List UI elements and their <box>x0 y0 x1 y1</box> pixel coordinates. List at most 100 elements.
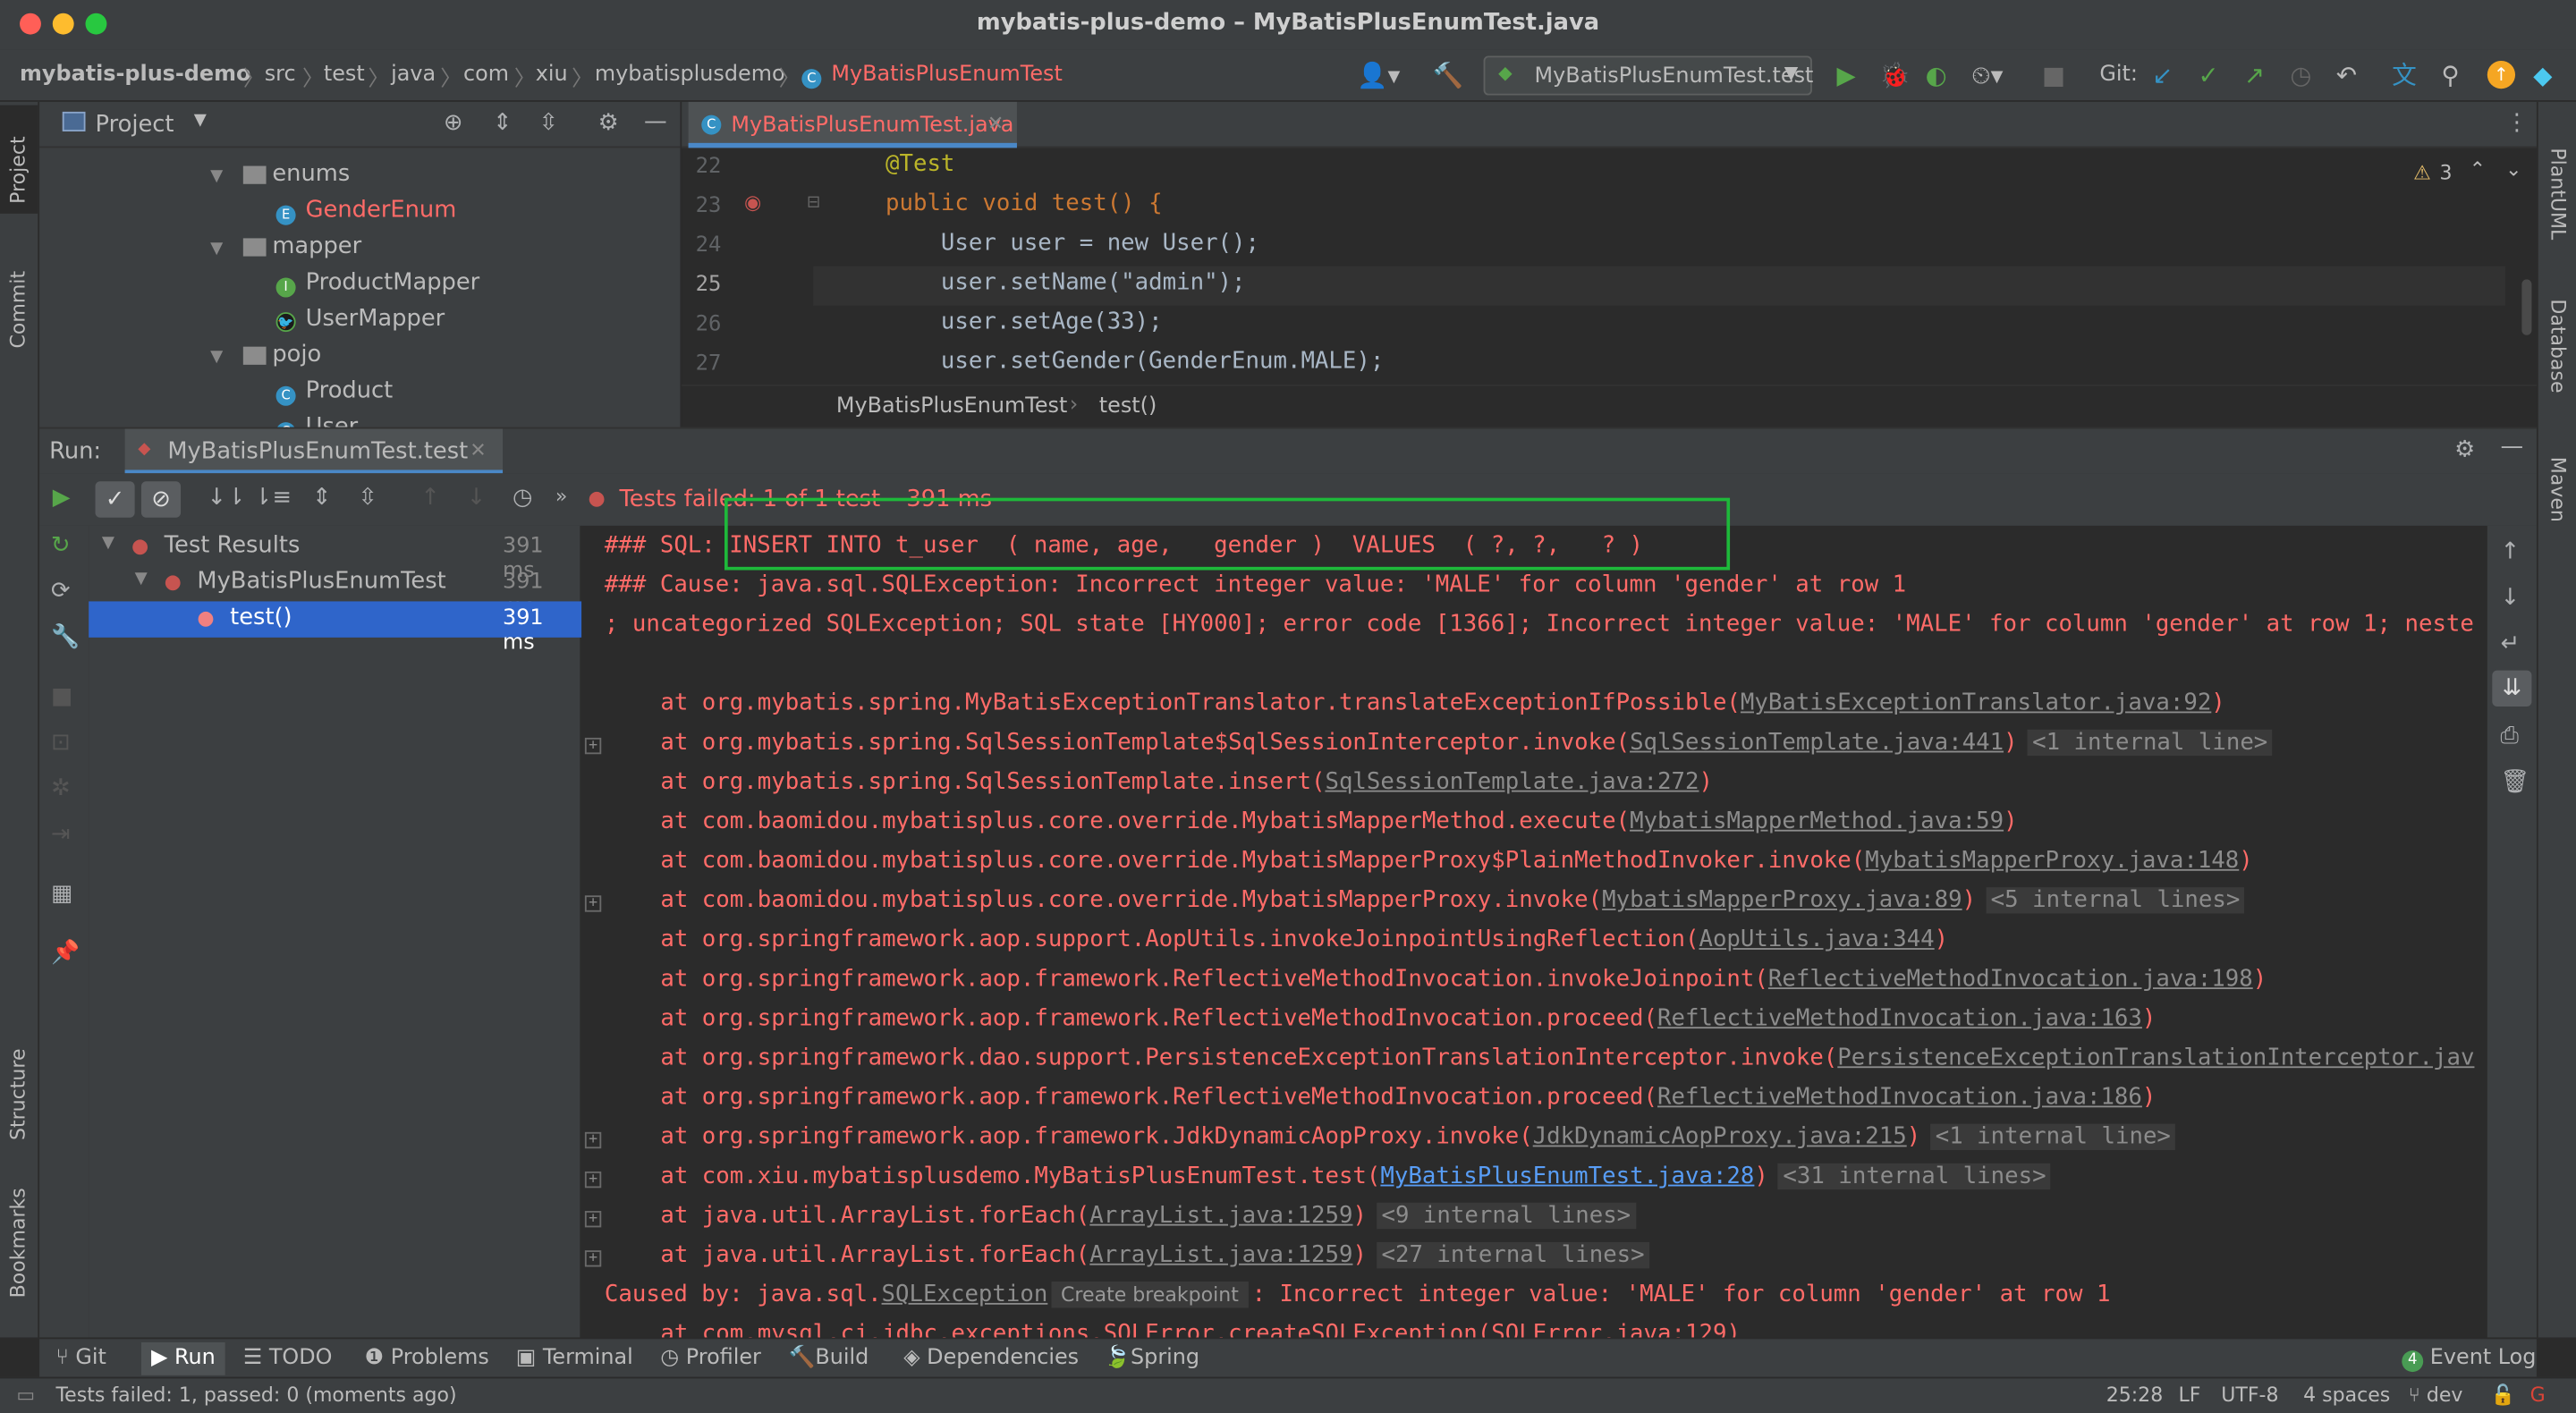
tree-item-productmapper[interactable]: I ProductMapper <box>275 269 479 298</box>
close-tab-icon[interactable]: ✕ <box>470 439 486 462</box>
breadcrumb-src[interactable]: src <box>265 63 296 88</box>
source-link[interactable]: MybatisMapperProxy.java:89 <box>1602 887 1962 913</box>
expand-fold-icon[interactable]: + <box>584 895 602 912</box>
test-class-row[interactable]: ▼ ● MyBatisPlusEnumTest 391 ms <box>89 565 581 620</box>
indent-setting[interactable]: 4 spaces <box>2303 1383 2390 1407</box>
breadcrumb-method[interactable]: test() <box>1099 394 1157 419</box>
source-link[interactable]: ReflectiveMethodInvocation.java:186 <box>1657 1085 2142 1111</box>
expand-all-icon[interactable]: ⇕ <box>493 110 513 136</box>
source-link[interactable]: MyBatisPlusEnumTest.java:28 <box>1380 1163 1754 1189</box>
chevron-down-icon[interactable]: ▼ <box>194 112 207 130</box>
editor-scrollbar[interactable] <box>2521 279 2532 335</box>
history-icon[interactable]: ◷ <box>513 485 532 511</box>
source-link[interactable]: ReflectiveMethodInvocation.java:198 <box>1768 966 2253 992</box>
close-tab-icon[interactable]: ✕ <box>987 112 1004 135</box>
tool-spring[interactable]: 🍃Spring <box>1104 1346 1199 1371</box>
internal-lines-fold[interactable]: <31 internal lines> <box>1777 1163 2052 1190</box>
previous-failed-icon[interactable]: ↑ <box>420 485 440 511</box>
down-arrow-icon[interactable]: ↓ <box>2501 585 2521 611</box>
stop-icon[interactable]: ■ <box>51 683 72 709</box>
source-link[interactable]: SqlSessionTemplate.java:441 <box>1630 730 2004 756</box>
test-results-root[interactable]: ▼ ● Test Results 391 ms <box>89 529 581 583</box>
caret-position[interactable]: 25:28 <box>2106 1383 2164 1407</box>
google-icon[interactable]: G <box>2530 1383 2546 1407</box>
internal-lines-fold[interactable]: <5 internal lines> <box>1986 887 2245 913</box>
gear-icon[interactable]: ⚙ <box>598 110 619 136</box>
stripe-maven[interactable]: Maven <box>2546 457 2570 522</box>
fold-icon[interactable]: ⊟ <box>807 194 820 212</box>
hide-panel-icon[interactable]: — <box>2501 434 2524 460</box>
expand-fold-icon[interactable]: + <box>584 1131 602 1149</box>
internal-lines-fold[interactable]: <9 internal lines> <box>1376 1202 1636 1230</box>
soft-wrap-icon[interactable]: ↵ <box>2501 630 2521 656</box>
sort-alpha-icon[interactable]: ↓⇂ <box>207 485 245 511</box>
collapse-all-icon[interactable]: ⇳ <box>538 110 558 136</box>
line-separator[interactable]: LF <box>2179 1383 2201 1407</box>
status-icon[interactable]: ▭ <box>16 1383 35 1407</box>
internal-lines-fold[interactable]: <27 internal lines> <box>1376 1241 1650 1269</box>
run-icon[interactable]: ▶ <box>1836 63 1855 89</box>
rerun-icon[interactable]: ▶ <box>53 485 71 511</box>
profile-icon[interactable]: ⏲▾ <box>1971 63 2003 89</box>
tree-folder-enums[interactable]: ▼ enums <box>210 161 350 187</box>
stripe-commit[interactable]: Commit <box>6 271 30 349</box>
git-commit-icon[interactable]: ✓ <box>2199 63 2219 89</box>
tree-item-usermapper[interactable]: 🐦 UserMapper <box>275 306 445 333</box>
git-push-icon[interactable]: ↗ <box>2244 63 2265 89</box>
project-view-title[interactable]: Project <box>96 112 174 138</box>
expand-all-icon[interactable]: ⇕ <box>312 485 332 511</box>
source-link[interactable]: MyBatisExceptionTranslator.java:92 <box>1741 690 2211 716</box>
hide-panel-icon[interactable]: — <box>644 108 667 134</box>
breadcrumb-class[interactable]: C MyBatisPlusEnumTest <box>801 63 1063 89</box>
breadcrumb-com[interactable]: com <box>463 63 509 88</box>
gear-icon[interactable]: ⚙ <box>2454 437 2475 463</box>
source-link[interactable]: ArrayList.java:1259 <box>1089 1242 1352 1268</box>
next-failed-icon[interactable]: ↓ <box>467 485 487 511</box>
build-hammer-icon[interactable]: 🔨 <box>1433 63 1463 89</box>
internal-lines-fold[interactable]: <1 internal line> <box>1930 1123 2176 1151</box>
stripe-project[interactable]: Project <box>6 136 30 203</box>
layout-icon[interactable]: ▦ <box>51 881 72 907</box>
more-icon[interactable]: » <box>555 485 567 508</box>
expand-fold-icon[interactable]: + <box>584 737 602 755</box>
collapse-all-icon[interactable]: ⇳ <box>358 485 377 511</box>
camera-icon[interactable]: ⊡ <box>51 730 71 756</box>
run-configuration-select[interactable]: ◆ MyBatisPlusEnumTest.test ▼ <box>1483 55 1813 96</box>
rollback-icon[interactable]: ↶ <box>2336 63 2357 89</box>
tool-profiler[interactable]: ◷ Profiler <box>660 1346 761 1371</box>
ide-logo-icon[interactable]: ◆ <box>2533 63 2552 89</box>
event-log[interactable]: 4 Event Log <box>2402 1346 2536 1373</box>
expand-fold-icon[interactable]: + <box>584 1250 602 1267</box>
tree-item-product[interactable]: C Product <box>275 378 393 406</box>
update-icon[interactable]: ↑ <box>2487 60 2516 89</box>
tree-folder-mapper[interactable]: ▼ mapper <box>210 233 361 259</box>
stripe-database[interactable]: Database <box>2546 299 2570 393</box>
scroll-to-end-icon[interactable]: ⇊ <box>2492 670 2532 706</box>
breadcrumb-test[interactable]: test <box>324 63 365 88</box>
tool-dependencies[interactable]: ◈ Dependencies <box>903 1346 1079 1371</box>
trash-icon[interactable]: 🗑 <box>2501 769 2530 795</box>
tool-build[interactable]: 🔨Build <box>789 1346 869 1371</box>
tree-folder-pojo[interactable]: ▼ pojo <box>210 342 321 368</box>
status-message[interactable]: Tests failed: 1, passed: 0 (moments ago) <box>55 1383 456 1407</box>
source-link[interactable]: JdkDynamicAopProxy.java:215 <box>1533 1124 1907 1150</box>
source-link[interactable]: MybatisMapperMethod.java:59 <box>1630 808 2004 834</box>
breadcrumb-java[interactable]: java <box>391 63 436 88</box>
source-link[interactable]: ReflectiveMethodInvocation.java:163 <box>1657 1005 2142 1031</box>
run-tab[interactable]: ◆ MyBatisPlusEnumTest.test ✕ <box>124 428 504 475</box>
more-options-icon[interactable]: ⋮ <box>2505 110 2529 136</box>
show-passed-toggle[interactable]: ✓ <box>95 481 135 518</box>
file-encoding[interactable]: UTF-8 <box>2221 1383 2278 1407</box>
bug-icon[interactable]: ✲ <box>51 775 71 801</box>
source-link[interactable]: SqlSessionTemplate.java:272 <box>1325 769 1699 795</box>
tool-terminal[interactable]: ▣ Terminal <box>516 1346 633 1371</box>
expand-fold-icon[interactable]: + <box>584 1211 602 1228</box>
expand-fold-icon[interactable]: + <box>584 1171 602 1189</box>
coverage-icon[interactable]: ◐ <box>1926 63 1947 89</box>
git-branch[interactable]: ⑂ dev <box>2409 1383 2463 1407</box>
up-arrow-icon[interactable]: ↑ <box>2501 539 2521 565</box>
chevron-down-icon[interactable]: ⌄ <box>2505 157 2521 181</box>
show-ignored-toggle[interactable]: ⊘ <box>140 481 182 518</box>
source-link[interactable]: PersistenceExceptionTranslationIntercept… <box>1837 1045 2474 1070</box>
stripe-plantuml[interactable]: PlantUML <box>2546 148 2570 240</box>
